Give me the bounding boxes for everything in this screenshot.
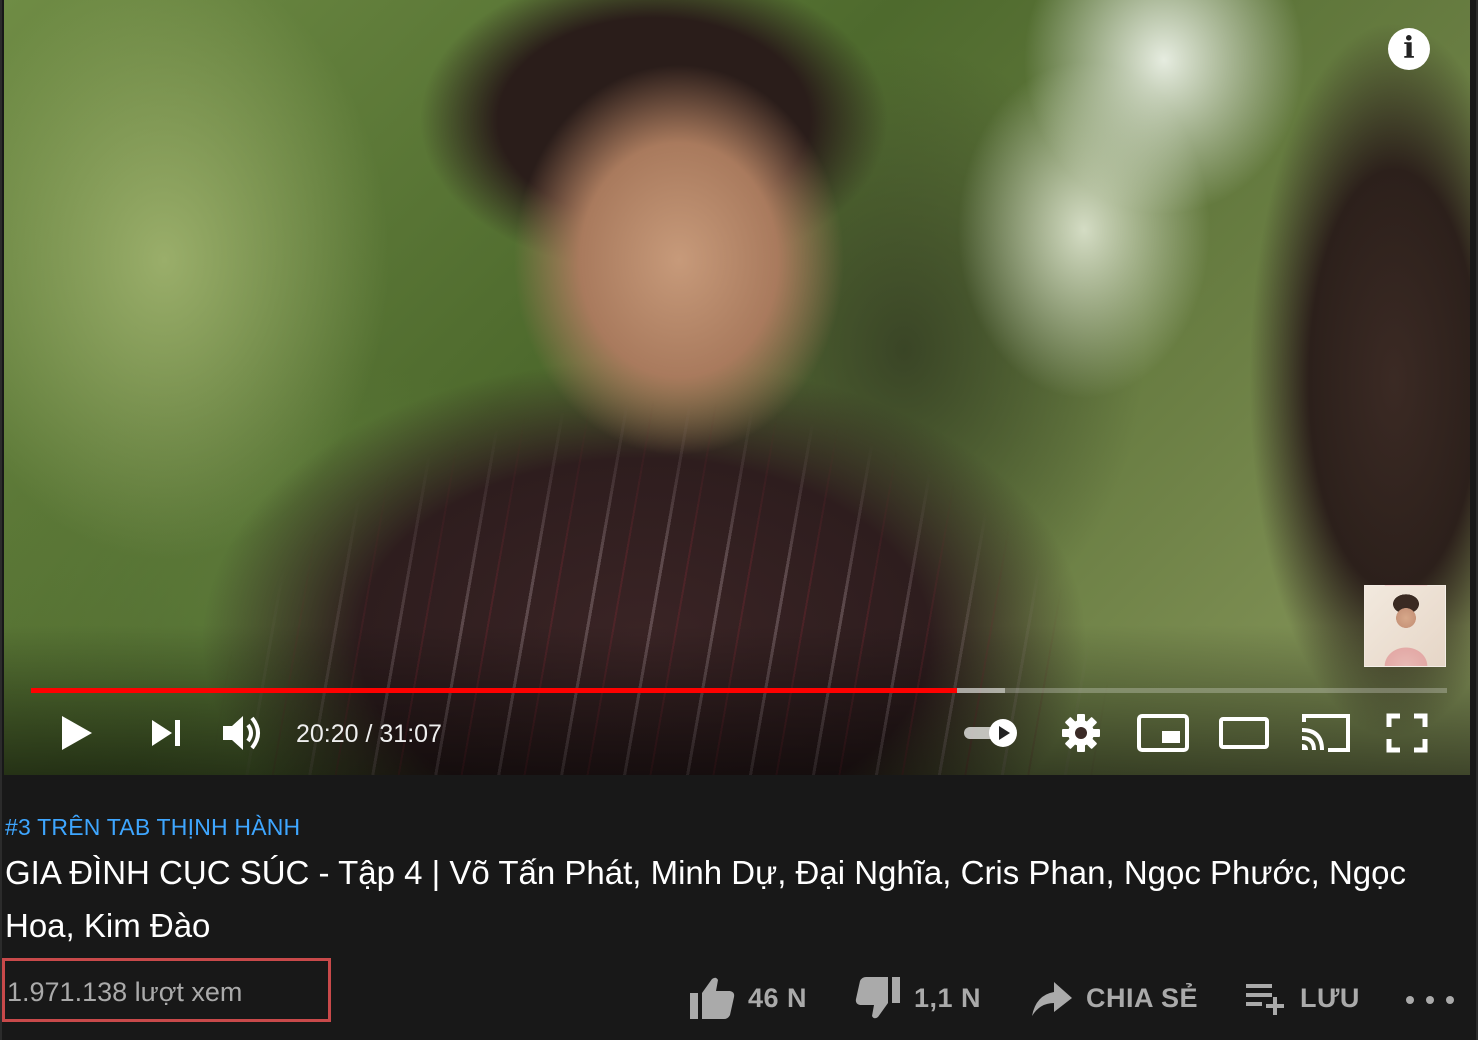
settings-button[interactable] — [1057, 705, 1105, 761]
fullscreen-button[interactable] — [1382, 705, 1432, 761]
more-dot — [1406, 996, 1414, 1004]
like-count: 46 N — [748, 982, 808, 1013]
more-actions-icon[interactable] — [1406, 985, 1454, 1015]
autoplay-toggle[interactable] — [959, 705, 1023, 761]
next-icon — [152, 720, 180, 746]
cast-icon — [1301, 714, 1350, 752]
miniplayer-button[interactable] — [1134, 705, 1192, 761]
more-dot — [1426, 996, 1434, 1004]
progress-bar[interactable] — [31, 688, 1447, 693]
play-button[interactable] — [54, 705, 100, 761]
cast-button[interactable] — [1296, 705, 1354, 761]
dislike-count: 1,1 N — [914, 982, 982, 1013]
next-button[interactable] — [144, 705, 188, 761]
volume-icon — [223, 716, 260, 750]
view-count: 1.971.138 lượt xem — [7, 977, 243, 1007]
info-icon[interactable]: i — [1388, 28, 1430, 70]
channel-watermark[interactable] — [1364, 585, 1446, 667]
play-icon — [62, 716, 92, 750]
save-label: LƯU — [1300, 982, 1360, 1013]
video-title: GIA ĐÌNH CỤC SÚC - Tập 4 | Võ Tấn Phát, … — [5, 854, 1407, 944]
share-button[interactable]: CHIA SẺ — [1030, 970, 1198, 1026]
theater-button[interactable] — [1216, 705, 1272, 761]
like-button[interactable]: 46 N — [688, 970, 807, 1026]
thumbs-down-icon — [855, 977, 900, 1019]
settings-icon — [1062, 714, 1100, 752]
trending-hashtag-link[interactable]: #3 TRÊN TAB THỊNH HÀNH — [5, 814, 300, 841]
time-display: 20:20 / 31:07 — [296, 720, 442, 748]
playlist-add-icon — [1246, 984, 1284, 1015]
share-icon — [1032, 982, 1072, 1016]
fullscreen-icon — [1386, 713, 1428, 753]
dislike-button[interactable]: 1,1 N — [854, 970, 981, 1026]
watch-page: i 20:20 / 31:07 #3 TRÊN TAB THỊNH HÀNH G… — [0, 0, 1478, 1040]
miniplayer-icon — [1137, 714, 1189, 752]
save-button[interactable]: LƯU — [1244, 970, 1360, 1026]
share-label: CHIA SẺ — [1086, 982, 1199, 1013]
autoplay-icon — [964, 719, 1017, 747]
progress-played — [31, 688, 958, 693]
theater-icon — [1219, 717, 1269, 749]
video-player[interactable]: i 20:20 / 31:07 — [4, 0, 1470, 775]
thumbs-up-icon — [690, 977, 735, 1019]
more-dot — [1446, 996, 1454, 1004]
volume-button[interactable] — [218, 705, 270, 761]
